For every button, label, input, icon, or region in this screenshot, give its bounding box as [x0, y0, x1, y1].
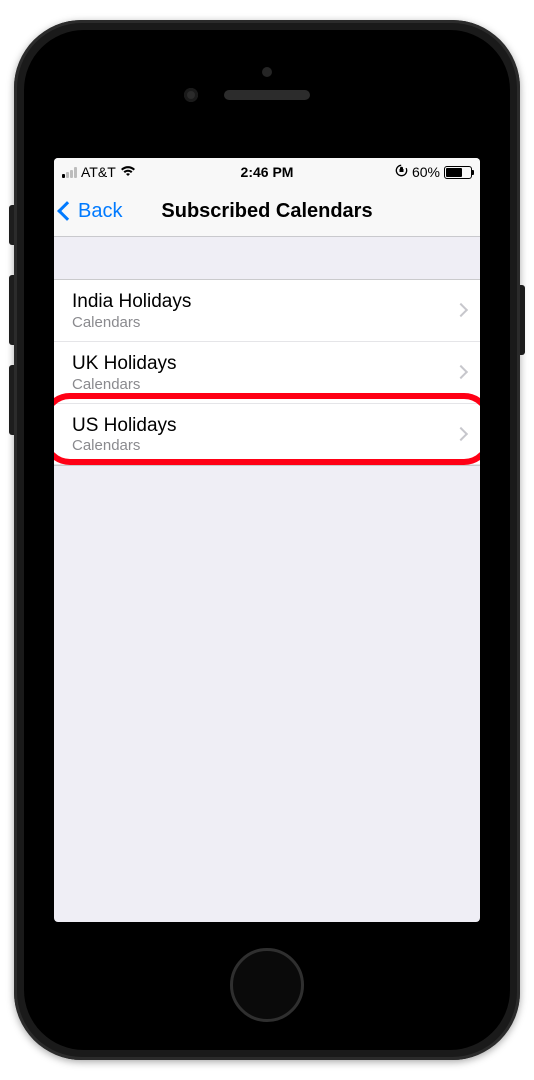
back-button[interactable]: Back: [60, 186, 122, 236]
subscribed-calendars-list: India Holidays Calendars UK Holidays Cal…: [54, 279, 480, 466]
screen: AT&T 2:46 PM 60% Back: [54, 158, 480, 922]
calendar-subtitle: Calendars: [72, 437, 444, 454]
calendar-subtitle: Calendars: [72, 376, 444, 393]
battery-icon: [444, 166, 472, 179]
signal-icon: [62, 167, 77, 178]
orientation-lock-icon: [395, 164, 408, 180]
earpiece-speaker: [224, 90, 310, 100]
calendar-row[interactable]: India Holidays Calendars: [54, 280, 480, 342]
calendar-title: US Holidays: [72, 414, 444, 438]
section-spacer: [54, 237, 480, 279]
calendar-row[interactable]: US Holidays Calendars: [54, 404, 480, 466]
home-button[interactable]: [230, 948, 304, 1022]
status-bar: AT&T 2:46 PM 60%: [54, 158, 480, 186]
calendar-title: India Holidays: [72, 290, 444, 314]
calendar-subtitle: Calendars: [72, 314, 444, 331]
power-button: [520, 285, 525, 355]
battery-percent: 60%: [412, 164, 440, 180]
proximity-sensor: [262, 67, 272, 77]
navigation-bar: Back Subscribed Calendars: [54, 186, 480, 237]
mute-switch: [9, 205, 14, 245]
chevron-left-icon: [57, 201, 77, 221]
volume-down-button: [9, 365, 14, 435]
calendar-title: UK Holidays: [72, 352, 444, 376]
chevron-right-icon: [454, 427, 468, 441]
page-title: Subscribed Calendars: [161, 200, 372, 223]
calendar-row[interactable]: UK Holidays Calendars: [54, 342, 480, 404]
chevron-right-icon: [454, 303, 468, 317]
front-camera: [184, 88, 198, 102]
back-label: Back: [78, 200, 122, 223]
chevron-right-icon: [454, 365, 468, 379]
volume-up-button: [9, 275, 14, 345]
iphone-frame: AT&T 2:46 PM 60% Back: [14, 20, 520, 1060]
wifi-icon: [120, 164, 136, 180]
clock: 2:46 PM: [241, 164, 294, 180]
carrier-label: AT&T: [81, 164, 116, 180]
